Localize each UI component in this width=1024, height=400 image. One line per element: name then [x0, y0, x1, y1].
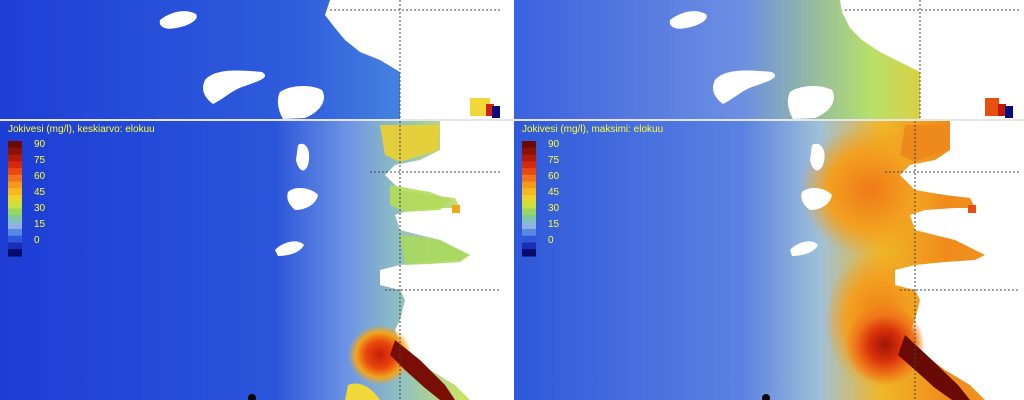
map-panel-top-left — [0, 0, 500, 119]
legend-left: Jokivesi (mg/l), keskiarvo: elokuu 90 75… — [8, 124, 208, 264]
legend-title: Jokivesi (mg/l), keskiarvo: elokuu — [8, 124, 155, 135]
legend-label: 15 — [34, 219, 46, 230]
legend-label: 60 — [548, 171, 560, 182]
legend-right: Jokivesi (mg/l), maksimi: elokuu 90 75 6… — [522, 124, 722, 264]
legend-label: 60 — [34, 171, 46, 182]
legend-title: Jokivesi (mg/l), maksimi: elokuu — [522, 124, 664, 135]
legend-label: 45 — [34, 187, 46, 198]
legend-label: 30 — [34, 203, 46, 214]
legend-label: 90 — [548, 139, 560, 150]
map-panel-top-right — [514, 0, 1024, 119]
legend-label: 0 — [34, 235, 40, 246]
legend-label: 75 — [34, 155, 46, 166]
legend-label: 45 — [548, 187, 560, 198]
legend-label: 75 — [548, 155, 560, 166]
legend-label: 15 — [548, 219, 560, 230]
legend-label: 0 — [548, 235, 554, 246]
legend-label: 30 — [548, 203, 560, 214]
legend-label: 90 — [34, 139, 46, 150]
